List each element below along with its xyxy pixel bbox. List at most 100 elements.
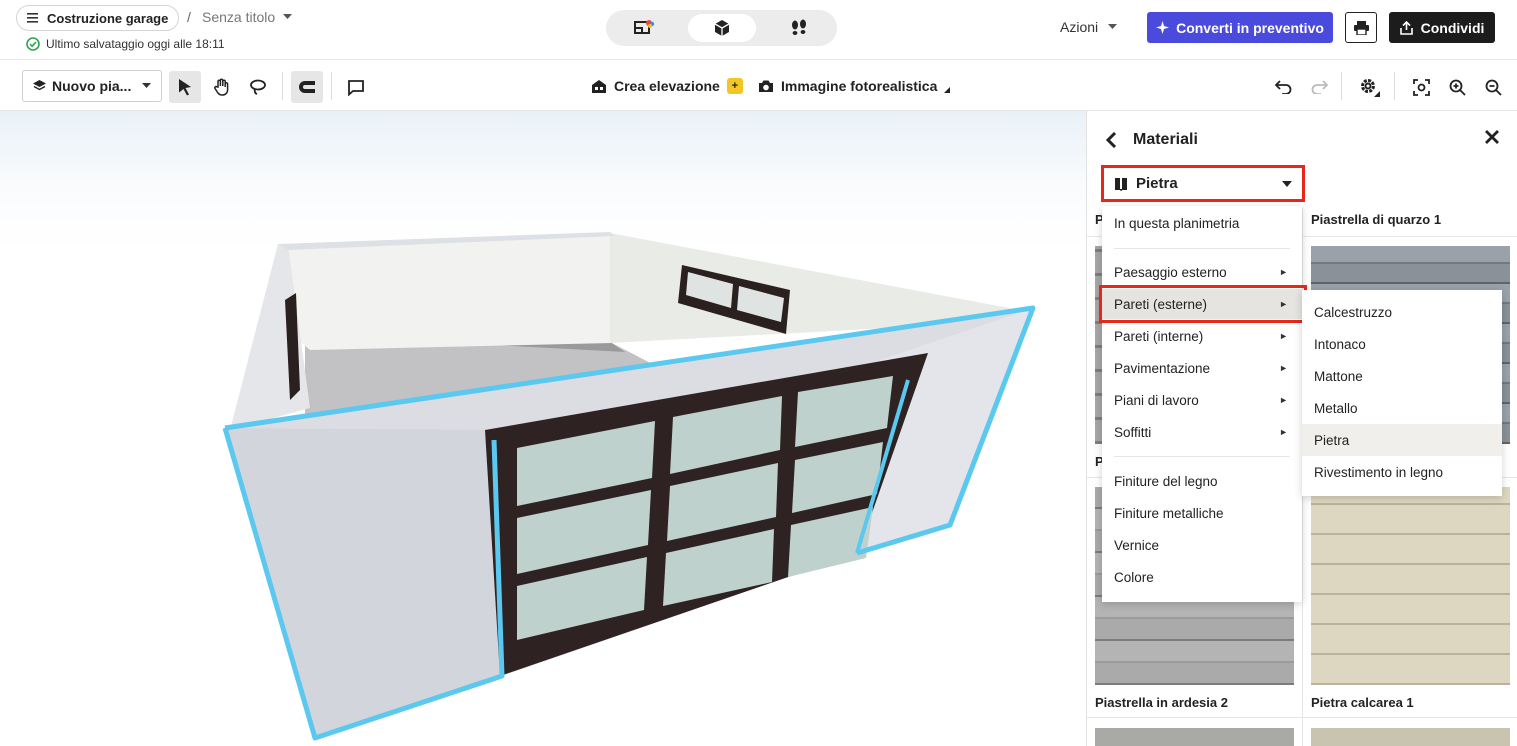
camera-icon: [759, 80, 773, 92]
material-label: Piastrella di quarzo 1: [1311, 212, 1442, 227]
submenu-arrow-icon: ►: [1279, 363, 1288, 373]
garage-3d-model: [222, 232, 1036, 741]
lasso-tool-button[interactable]: [242, 71, 274, 103]
design-title: Senza titolo: [202, 9, 276, 25]
view-2d-3d-button[interactable]: [610, 14, 678, 42]
menu-item-piani-di-lavoro[interactable]: Piani di lavoro ►: [1102, 385, 1302, 415]
comment-icon: [348, 79, 364, 96]
printer-icon: [1353, 20, 1369, 35]
save-status-text: Ultimo salvataggio oggi alle 18:11: [46, 37, 225, 51]
snap-toggle-button[interactable]: [291, 71, 323, 103]
material-tile[interactable]: [1311, 728, 1510, 746]
submenu-item-mattone[interactable]: Mattone: [1302, 360, 1502, 392]
create-elevation-label: Crea elevazione: [614, 78, 720, 94]
material-label: Piastrella in ardesia 2: [1095, 695, 1228, 710]
sparkle-icon: [1156, 21, 1170, 34]
submenu-arrow-icon: ►: [1279, 331, 1288, 341]
redo-icon: [1311, 80, 1328, 94]
menu-item-finiture-del-legno[interactable]: Finiture del legno: [1102, 466, 1302, 496]
zoom-in-button[interactable]: [1441, 71, 1473, 103]
photorealistic-image-button[interactable]: Immagine fotorealistica: [758, 78, 951, 94]
view-3d-button[interactable]: [688, 14, 756, 42]
material-tile[interactable]: [1095, 728, 1294, 746]
photorealistic-image-label: Immagine fotorealistica: [781, 78, 938, 94]
save-status: Ultimo salvataggio oggi alle 18:11: [26, 37, 225, 51]
submenu-item-rivestimento-in-legno[interactable]: Rivestimento in legno: [1302, 456, 1502, 488]
category-menu: In questa planimetria Paesaggio esterno ►…: [1102, 206, 1302, 602]
back-wall-interior: [285, 233, 612, 350]
menu-divider: [1114, 456, 1290, 457]
panel-title: Materiali: [1133, 131, 1198, 148]
menu-item-pavimentazione[interactable]: Pavimentazione ►: [1102, 353, 1302, 383]
create-elevation-button[interactable]: Crea elevazione +: [591, 78, 743, 94]
back-arrow-icon[interactable]: [1105, 132, 1117, 148]
redo-button[interactable]: [1303, 71, 1335, 103]
material-tile[interactable]: [1311, 487, 1510, 685]
zoom-in-icon: [1449, 79, 1466, 96]
submenu-item-calcestruzzo[interactable]: Calcestruzzo: [1302, 296, 1502, 328]
close-icon[interactable]: [1485, 127, 1499, 150]
caret-down-icon: [1108, 24, 1118, 29]
pareti-esterne-submenu: Calcestruzzo Intonaco Mattone Metallo Pi…: [1302, 290, 1502, 496]
layers-icon: [33, 80, 46, 91]
category-selected-label: Pietra: [1136, 175, 1178, 192]
menu-item-pareti-interne[interactable]: Pareti (interne) ►: [1102, 321, 1302, 351]
highlight-annotation: [1099, 285, 1307, 323]
fit-to-screen-button[interactable]: [1405, 71, 1437, 103]
material-category-dropdown[interactable]: Pietra: [1101, 165, 1305, 202]
actions-dropdown[interactable]: Azioni: [1060, 19, 1118, 35]
pan-tool-button[interactable]: [206, 71, 238, 103]
breadcrumb-separator: /: [187, 9, 191, 25]
zoom-out-icon: [1485, 79, 1502, 96]
print-button[interactable]: [1345, 12, 1377, 43]
toolbar: Nuovo pia... Crea elevazione + Immagine …: [0, 60, 1517, 111]
hamburger-icon: [27, 11, 39, 26]
zoom-out-button[interactable]: [1477, 71, 1509, 103]
menu-item-finiture-metalliche[interactable]: Finiture metalliche: [1102, 498, 1302, 528]
magnet-icon: [299, 81, 315, 93]
share-icon: [1399, 20, 1413, 35]
actions-label: Azioni: [1060, 19, 1099, 35]
select-tool-button[interactable]: [169, 71, 201, 103]
hand-icon: [214, 78, 229, 96]
undo-button[interactable]: [1267, 71, 1299, 103]
floor-selector[interactable]: Nuovo pia...: [22, 70, 162, 102]
check-circle-icon: [26, 37, 40, 51]
book-icon: [1115, 177, 1127, 191]
design-title-dropdown[interactable]: Senza titolo: [202, 9, 293, 25]
floor-label: Nuovo pia...: [52, 78, 132, 94]
view-walkthrough-button[interactable]: [765, 14, 833, 42]
menu-item-in-questa-planimetria[interactable]: In questa planimetria: [1102, 208, 1302, 238]
settings-button[interactable]: [1354, 71, 1386, 103]
caret-down-icon: [1282, 180, 1292, 187]
cursor-arrow-icon: [179, 79, 191, 96]
materials-panel-header: Materiali: [1105, 131, 1198, 149]
submenu-item-metallo[interactable]: Metallo: [1302, 392, 1502, 424]
comment-tool-button[interactable]: [340, 71, 372, 103]
submenu-item-pietra[interactable]: Pietra: [1302, 424, 1502, 456]
ai-sparkle-icon: +: [726, 78, 743, 94]
convert-label: Converti in preventivo: [1176, 19, 1324, 36]
menu-divider: [1114, 248, 1290, 249]
project-name: Costruzione garage: [47, 10, 169, 26]
toolbar-divider: [282, 72, 283, 100]
menu-item-vernice[interactable]: Vernice: [1102, 530, 1302, 560]
convert-to-quote-button[interactable]: Converti in preventivo: [1147, 12, 1333, 43]
undo-icon: [1274, 80, 1291, 94]
caret-down-icon: [142, 83, 151, 88]
menu-item-colore[interactable]: Colore: [1102, 562, 1302, 592]
gear-icon: [1361, 79, 1380, 97]
view-mode-switch: [606, 10, 837, 46]
floorplan-view-icon: [634, 20, 655, 34]
share-button[interactable]: Condividi: [1389, 12, 1495, 43]
submenu-arrow-icon: ►: [1279, 427, 1288, 437]
3d-viewport[interactable]: [0, 111, 1086, 746]
toolbar-divider: [1394, 72, 1395, 100]
caret-down-icon: [283, 14, 293, 19]
lasso-icon: [250, 79, 266, 95]
share-label: Condividi: [1420, 19, 1485, 36]
project-menu-button[interactable]: Costruzione garage: [16, 5, 180, 31]
submenu-item-intonaco[interactable]: Intonaco: [1302, 328, 1502, 360]
menu-item-paesaggio-esterno[interactable]: Paesaggio esterno ►: [1102, 257, 1302, 287]
menu-item-soffitti[interactable]: Soffitti ►: [1102, 417, 1302, 447]
